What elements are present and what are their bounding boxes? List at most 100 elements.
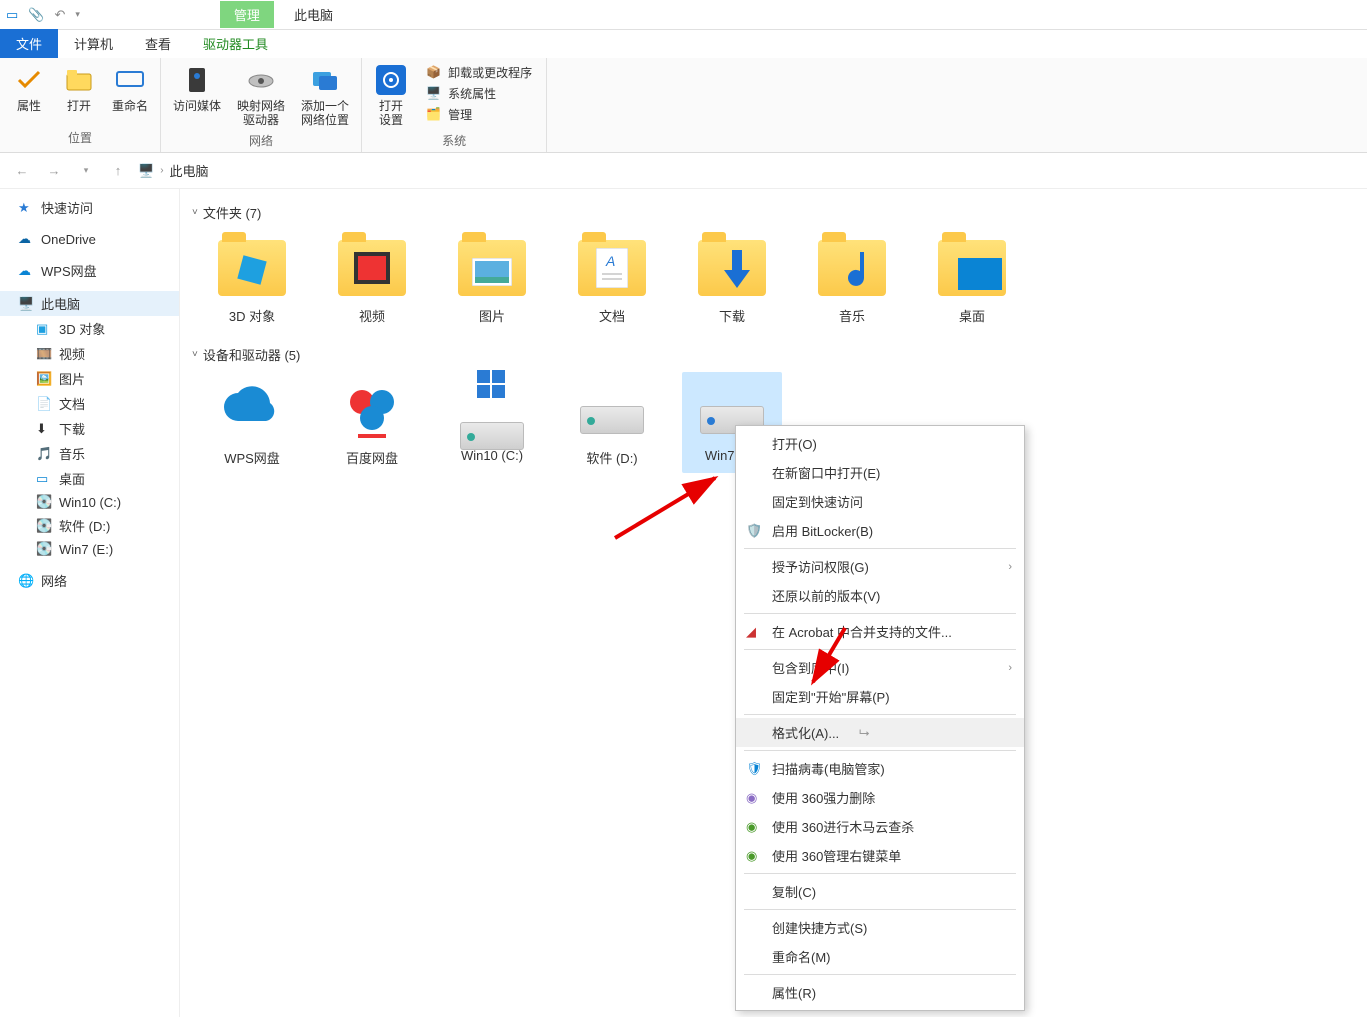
- drive-software-d[interactable]: 软件 (D:): [562, 372, 662, 473]
- access-media-button[interactable]: 访问媒体: [169, 62, 225, 115]
- drive-wps[interactable]: WPS网盘: [202, 372, 302, 473]
- network-location-icon: [309, 64, 341, 96]
- menu-item-360-shred[interactable]: ◉使用 360强力删除: [736, 783, 1024, 812]
- nav-history-dropdown[interactable]: ▾: [74, 159, 98, 183]
- picture-icon: 🖼️: [36, 371, 52, 387]
- nav-forward-button[interactable]: →: [42, 159, 66, 183]
- title-bar: ▭ 📎 ↶ ▾ 管理 此电脑: [0, 0, 1367, 30]
- desktop-icon: ▭: [36, 471, 52, 487]
- sidebar-label: 下载: [59, 419, 85, 438]
- menu-label: 授予访问权限(G): [772, 557, 869, 576]
- nav-up-button[interactable]: ↑: [106, 159, 130, 183]
- tab-view[interactable]: 查看: [129, 29, 187, 58]
- sidebar-item-desktop[interactable]: ▭桌面: [0, 466, 179, 491]
- properties-button[interactable]: 属性: [8, 62, 50, 115]
- pin-icon[interactable]: 📎: [28, 7, 44, 23]
- menu-item-format[interactable]: 格式化(A)...⮡: [736, 718, 1024, 747]
- menu-item-360-context-menu[interactable]: ◉使用 360管理右键菜单: [736, 841, 1024, 870]
- sidebar-item-documents[interactable]: 📄文档: [0, 391, 179, 416]
- check-icon: [13, 64, 45, 96]
- menu-label: 属性(R): [772, 983, 816, 1002]
- sys-props-label: 系统属性: [448, 85, 496, 102]
- group-header-folders[interactable]: ˅ 文件夹 (7): [192, 203, 1355, 222]
- sidebar-item-this-pc[interactable]: 🖥️此电脑: [0, 291, 179, 316]
- map-drive-button[interactable]: 映射网络 驱动器: [233, 62, 289, 130]
- menu-item-open[interactable]: 打开(O): [736, 429, 1024, 458]
- computer-icon: 🖥️: [426, 86, 442, 102]
- menu-label: 打开(O): [772, 434, 817, 453]
- add-network-location-button[interactable]: 添加一个 网络位置: [297, 62, 353, 130]
- menu-item-pin-start[interactable]: 固定到"开始"屏幕(P): [736, 682, 1024, 711]
- sidebar-item-wps[interactable]: ☁WPS网盘: [0, 258, 179, 283]
- undo-icon[interactable]: ↶: [54, 7, 65, 23]
- sidebar-label: WPS网盘: [41, 261, 97, 280]
- menu-separator: [744, 714, 1016, 715]
- menu-item-grant-access[interactable]: 授予访问权限(G)›: [736, 552, 1024, 581]
- sidebar-item-3d-objects[interactable]: ▣ 3D 对象: [0, 316, 179, 341]
- tab-computer[interactable]: 计算机: [58, 29, 129, 58]
- menu-item-properties[interactable]: 属性(R): [736, 978, 1024, 1007]
- menu-label: 固定到"开始"屏幕(P): [772, 687, 890, 706]
- folder-music[interactable]: 音乐: [802, 230, 902, 331]
- folder-pictures[interactable]: 图片: [442, 230, 542, 331]
- sidebar-item-quick-access[interactable]: ★快速访问: [0, 195, 179, 220]
- menu-item-pin-quick-access[interactable]: 固定到快速访问: [736, 487, 1024, 516]
- drive-win10-c[interactable]: Win10 (C:): [442, 372, 542, 473]
- menu-item-bitlocker[interactable]: 🛡️启用 BitLocker(B): [736, 516, 1024, 545]
- sidebar-item-software-d[interactable]: 💽软件 (D:): [0, 513, 179, 538]
- folder-downloads[interactable]: 下载: [682, 230, 782, 331]
- sidebar-label: 快速访问: [41, 198, 93, 217]
- menu-item-include-library[interactable]: 包含到库中(I)›: [736, 653, 1024, 682]
- menu-item-open-new-window[interactable]: 在新窗口中打开(E): [736, 458, 1024, 487]
- menu-label: 格式化(A)...: [772, 723, 839, 742]
- tab-file[interactable]: 文件: [0, 29, 58, 58]
- open-settings-button[interactable]: 打开 设置: [370, 62, 412, 130]
- menu-item-restore-previous[interactable]: 还原以前的版本(V): [736, 581, 1024, 610]
- rename-button[interactable]: 重命名: [108, 62, 152, 115]
- cube-icon: ▣: [36, 321, 52, 337]
- menu-item-create-shortcut[interactable]: 创建快捷方式(S): [736, 913, 1024, 942]
- computer-icon: 🖥️: [18, 296, 34, 312]
- nav-back-button[interactable]: ←: [10, 159, 34, 183]
- drive-baidu[interactable]: 百度网盘: [322, 372, 422, 473]
- system-properties-button[interactable]: 🖥️ 系统属性: [426, 85, 532, 102]
- menu-separator: [744, 548, 1016, 549]
- breadcrumb-this-pc[interactable]: 此电脑: [170, 161, 209, 180]
- menu-label: 使用 360进行木马云查杀: [772, 817, 914, 836]
- open-button[interactable]: 打开: [58, 62, 100, 115]
- menu-item-rename[interactable]: 重命名(M): [736, 942, 1024, 971]
- menu-label: 扫描病毒(电脑管家): [772, 759, 885, 778]
- sidebar-label: Win10 (C:): [59, 495, 121, 510]
- sidebar-item-music[interactable]: 🎵音乐: [0, 441, 179, 466]
- chevron-down-icon: ˅: [192, 349, 198, 360]
- sidebar-label: 3D 对象: [59, 319, 105, 338]
- uninstall-button[interactable]: 📦 卸载或更改程序: [426, 64, 532, 81]
- uninstall-label: 卸载或更改程序: [448, 64, 532, 81]
- sidebar-item-onedrive[interactable]: ☁OneDrive: [0, 228, 179, 250]
- sidebar-item-win7-e[interactable]: 💽Win7 (E:): [0, 538, 179, 560]
- menu-item-acrobat-combine[interactable]: ◢在 Acrobat 中合并支持的文件...: [736, 617, 1024, 646]
- menu-item-copy[interactable]: 复制(C): [736, 877, 1024, 906]
- folder-videos[interactable]: 视频: [322, 230, 422, 331]
- menu-separator: [744, 974, 1016, 975]
- menu-item-360-trojan-scan[interactable]: ◉使用 360进行木马云查杀: [736, 812, 1024, 841]
- shield-check-icon: 🛡: [746, 761, 762, 777]
- folder-desktop[interactable]: 桌面: [922, 230, 1022, 331]
- folder-3d-objects[interactable]: 3D 对象: [202, 230, 302, 331]
- sidebar-item-videos[interactable]: 🎞️视频: [0, 341, 179, 366]
- sidebar-item-pictures[interactable]: 🖼️图片: [0, 366, 179, 391]
- breadcrumb[interactable]: 🖥️ › 此电脑: [138, 161, 209, 180]
- sidebar-item-win10-c[interactable]: 💽Win10 (C:): [0, 491, 179, 513]
- sidebar-item-network[interactable]: 🌐网络: [0, 568, 179, 593]
- uninstall-icon: 📦: [426, 65, 442, 81]
- folder-icon: [696, 236, 768, 300]
- sidebar-item-downloads[interactable]: ⬇下载: [0, 416, 179, 441]
- open-label: 打开: [67, 99, 91, 113]
- folder-documents[interactable]: A 文档: [562, 230, 662, 331]
- menu-item-scan-virus[interactable]: 🛡 扫描病毒(电脑管家): [736, 754, 1024, 783]
- contextual-tab-manage[interactable]: 管理: [220, 1, 274, 28]
- qat-dropdown-icon[interactable]: ▾: [75, 9, 80, 20]
- group-header-devices[interactable]: ˅ 设备和驱动器 (5): [192, 345, 1355, 364]
- tab-drive-tools[interactable]: 驱动器工具: [187, 29, 284, 58]
- manage-button[interactable]: 🗂️管理: [426, 106, 532, 123]
